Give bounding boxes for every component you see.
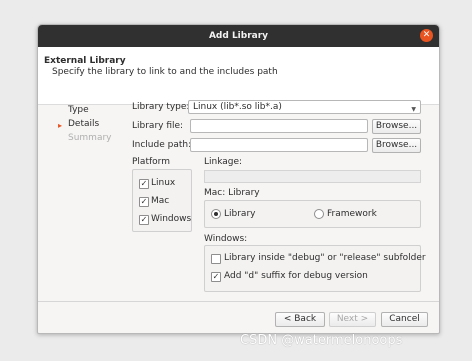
close-icon[interactable]: ✕ <box>420 29 433 42</box>
current-step-arrow-icon: ▸ <box>58 121 63 130</box>
chevron-down-icon: ▼ <box>411 106 416 113</box>
step-summary: Summary <box>68 133 112 143</box>
mac-framework-radio[interactable] <box>314 209 324 219</box>
mac-framework-option-label: Framework <box>327 209 377 219</box>
mac-library-radio[interactable] <box>211 209 221 219</box>
step-details: Details <box>68 119 100 129</box>
linkage-label: Linkage: <box>204 157 243 167</box>
add-library-dialog: Add Library ✕ External Library Specify t… <box>37 24 440 334</box>
title-bar: Add Library ✕ <box>38 25 439 47</box>
next-button[interactable]: Next > <box>329 312 376 327</box>
watermark-text: CSDN @watermelonoops <box>240 333 403 348</box>
debug-folder-checkbox[interactable] <box>211 254 221 264</box>
mac-checkbox[interactable]: ✓ <box>139 197 149 207</box>
mac-label: Mac <box>151 196 170 206</box>
library-file-browse-button[interactable]: Browse... <box>372 119 421 134</box>
linux-label: Linux <box>151 178 176 188</box>
library-type-label: Library type: <box>132 102 190 112</box>
d-suffix-label: Add "d" suffix for debug version <box>224 271 368 281</box>
library-file-label: Library file: <box>132 121 184 131</box>
include-path-browse-button[interactable]: Browse... <box>372 138 421 153</box>
header-subtitle: Specify the library to link to and the i… <box>52 67 278 77</box>
library-type-value: Linux (lib*.so lib*.a) <box>193 102 282 112</box>
library-file-input[interactable] <box>190 119 368 133</box>
d-suffix-checkbox[interactable]: ✓ <box>211 272 221 282</box>
include-path-label: Include path: <box>132 140 192 150</box>
cancel-button[interactable]: Cancel <box>381 312 428 327</box>
include-path-input[interactable] <box>190 138 368 152</box>
debug-folder-label: Library inside "debug" or "release" subf… <box>224 253 426 263</box>
mac-library-option-label: Library <box>224 209 256 219</box>
mac-library-label: Mac: Library <box>204 188 260 198</box>
linux-checkbox[interactable]: ✓ <box>139 179 149 189</box>
back-button[interactable]: < Back <box>275 312 325 327</box>
step-type: Type <box>68 105 89 115</box>
platform-label: Platform <box>132 157 170 167</box>
header-title: External Library <box>44 56 126 66</box>
dialog-title: Add Library <box>208 31 269 41</box>
wizard-header: External Library Specify the library to … <box>38 47 439 105</box>
radio-dot-icon <box>214 212 218 216</box>
linkage-field <box>204 170 421 183</box>
library-type-select[interactable]: Linux (lib*.so lib*.a) ▼ <box>188 100 421 114</box>
footer-divider <box>38 301 439 302</box>
windows-section-label: Windows: <box>204 234 248 244</box>
windows-label: Windows <box>151 214 192 224</box>
windows-checkbox[interactable]: ✓ <box>139 215 149 225</box>
